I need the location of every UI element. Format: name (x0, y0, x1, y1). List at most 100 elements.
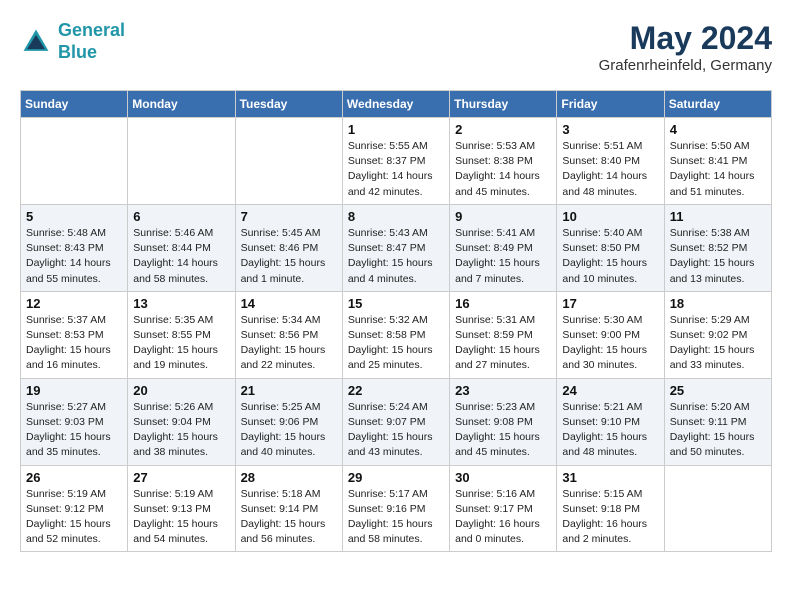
day-info: Sunrise: 5:37 AM Sunset: 8:53 PM Dayligh… (26, 313, 122, 374)
calendar-day-17: 17 Sunrise: 5:30 AM Sunset: 9:00 PM Dayli… (557, 291, 664, 378)
day-number: 16 (455, 296, 551, 311)
calendar-day-25: 25Sunrise: 5:20 AM Sunset: 9:11 PM Dayli… (664, 378, 771, 465)
calendar-week-row: 1 Sunrise: 5:55 AM Sunset: 8:37 PM Daylig… (21, 118, 772, 205)
day-number: 19 (26, 383, 122, 398)
calendar-day-3: 3 Sunrise: 5:51 AM Sunset: 8:40 PM Daylig… (557, 118, 664, 205)
day-info: Sunrise: 5:30 AM Sunset: 9:00 PM Dayligh… (562, 313, 658, 374)
calendar-day-27: 27 Sunrise: 5:19 AM Sunset: 9:13 PM Dayli… (128, 465, 235, 552)
day-info: Sunrise: 5:20 AM Sunset: 9:11 PM Dayligh… (670, 400, 766, 461)
calendar-day-10: 10 Sunrise: 5:40 AM Sunset: 8:50 PM Dayli… (557, 204, 664, 291)
calendar-day-15: 15 Sunrise: 5:32 AM Sunset: 8:58 PM Dayli… (342, 291, 449, 378)
calendar-table: SundayMondayTuesdayWednesdayThursdayFrid… (20, 90, 772, 552)
calendar-week-row: 12 Sunrise: 5:37 AM Sunset: 8:53 PM Dayli… (21, 291, 772, 378)
weekday-header-row: SundayMondayTuesdayWednesdayThursdayFrid… (21, 91, 772, 118)
day-info: Sunrise: 5:27 AM Sunset: 9:03 PM Dayligh… (26, 400, 122, 461)
day-info: Sunrise: 5:43 AM Sunset: 8:47 PM Dayligh… (348, 226, 444, 287)
day-info: Sunrise: 5:41 AM Sunset: 8:49 PM Dayligh… (455, 226, 551, 287)
calendar-day-30: 30 Sunrise: 5:16 AM Sunset: 9:17 PM Dayli… (450, 465, 557, 552)
day-info: Sunrise: 5:40 AM Sunset: 8:50 PM Dayligh… (562, 226, 658, 287)
calendar-day-31: 31Sunrise: 5:15 AM Sunset: 9:18 PM Dayli… (557, 465, 664, 552)
calendar-day-24: 24Sunrise: 5:21 AM Sunset: 9:10 PM Dayli… (557, 378, 664, 465)
day-number: 4 (670, 122, 766, 137)
day-number: 15 (348, 296, 444, 311)
calendar-day-7: 7 Sunrise: 5:45 AM Sunset: 8:46 PM Daylig… (235, 204, 342, 291)
calendar-day-2: 2 Sunrise: 5:53 AM Sunset: 8:38 PM Daylig… (450, 118, 557, 205)
calendar-empty-cell (21, 118, 128, 205)
day-number: 5 (26, 209, 122, 224)
calendar-day-13: 13 Sunrise: 5:35 AM Sunset: 8:55 PM Dayli… (128, 291, 235, 378)
day-info: Sunrise: 5:18 AM Sunset: 9:14 PM Dayligh… (241, 487, 337, 548)
calendar-day-6: 6Sunrise: 5:46 AM Sunset: 8:44 PM Daylig… (128, 204, 235, 291)
weekday-sunday: Sunday (21, 91, 128, 118)
day-info: Sunrise: 5:38 AM Sunset: 8:52 PM Dayligh… (670, 226, 766, 287)
weekday-saturday: Saturday (664, 91, 771, 118)
calendar-day-20: 20 Sunrise: 5:26 AM Sunset: 9:04 PM Dayli… (128, 378, 235, 465)
day-number: 14 (241, 296, 337, 311)
calendar-day-11: 11 Sunrise: 5:38 AM Sunset: 8:52 PM Dayli… (664, 204, 771, 291)
day-number: 13 (133, 296, 229, 311)
day-info: Sunrise: 5:35 AM Sunset: 8:55 PM Dayligh… (133, 313, 229, 374)
day-info: Sunrise: 5:17 AM Sunset: 9:16 PM Dayligh… (348, 487, 444, 548)
calendar-day-28: 28 Sunrise: 5:18 AM Sunset: 9:14 PM Dayli… (235, 465, 342, 552)
calendar-day-22: 22 Sunrise: 5:24 AM Sunset: 9:07 PM Dayli… (342, 378, 449, 465)
day-number: 9 (455, 209, 551, 224)
calendar-day-26: 26 Sunrise: 5:19 AM Sunset: 9:12 PM Dayli… (21, 465, 128, 552)
day-number: 12 (26, 296, 122, 311)
calendar-day-4: 4 Sunrise: 5:50 AM Sunset: 8:41 PM Daylig… (664, 118, 771, 205)
calendar-empty-cell (664, 465, 771, 552)
day-info: Sunrise: 5:26 AM Sunset: 9:04 PM Dayligh… (133, 400, 229, 461)
day-number: 20 (133, 383, 229, 398)
day-number: 11 (670, 209, 766, 224)
day-number: 7 (241, 209, 337, 224)
calendar-day-14: 14 Sunrise: 5:34 AM Sunset: 8:56 PM Dayli… (235, 291, 342, 378)
logo-icon (20, 26, 52, 58)
calendar-day-1: 1 Sunrise: 5:55 AM Sunset: 8:37 PM Daylig… (342, 118, 449, 205)
calendar-day-12: 12 Sunrise: 5:37 AM Sunset: 8:53 PM Dayli… (21, 291, 128, 378)
calendar-empty-cell (128, 118, 235, 205)
day-number: 23 (455, 383, 551, 398)
logo-blue: Blue (58, 42, 97, 62)
calendar-day-18: 18Sunrise: 5:29 AM Sunset: 9:02 PM Dayli… (664, 291, 771, 378)
logo-general: General (58, 20, 125, 40)
day-number: 2 (455, 122, 551, 137)
day-number: 22 (348, 383, 444, 398)
day-info: Sunrise: 5:16 AM Sunset: 9:17 PM Dayligh… (455, 487, 551, 548)
day-number: 10 (562, 209, 658, 224)
day-info: Sunrise: 5:19 AM Sunset: 9:13 PM Dayligh… (133, 487, 229, 548)
day-info: Sunrise: 5:32 AM Sunset: 8:58 PM Dayligh… (348, 313, 444, 374)
weekday-wednesday: Wednesday (342, 91, 449, 118)
calendar-day-23: 23 Sunrise: 5:23 AM Sunset: 9:08 PM Dayli… (450, 378, 557, 465)
day-number: 27 (133, 470, 229, 485)
day-number: 1 (348, 122, 444, 137)
month-year-title: May 2024 (599, 20, 772, 57)
day-info: Sunrise: 5:34 AM Sunset: 8:56 PM Dayligh… (241, 313, 337, 374)
day-info: Sunrise: 5:19 AM Sunset: 9:12 PM Dayligh… (26, 487, 122, 548)
calendar-day-16: 16 Sunrise: 5:31 AM Sunset: 8:59 PM Dayli… (450, 291, 557, 378)
calendar-body: 1 Sunrise: 5:55 AM Sunset: 8:37 PM Daylig… (21, 118, 772, 552)
day-info: Sunrise: 5:15 AM Sunset: 9:18 PM Dayligh… (562, 487, 658, 548)
day-number: 26 (26, 470, 122, 485)
day-info: Sunrise: 5:31 AM Sunset: 8:59 PM Dayligh… (455, 313, 551, 374)
day-info: Sunrise: 5:23 AM Sunset: 9:08 PM Dayligh… (455, 400, 551, 461)
day-number: 28 (241, 470, 337, 485)
calendar-week-row: 5Sunrise: 5:48 AM Sunset: 8:43 PM Daylig… (21, 204, 772, 291)
day-number: 30 (455, 470, 551, 485)
day-info: Sunrise: 5:45 AM Sunset: 8:46 PM Dayligh… (241, 226, 337, 287)
day-info: Sunrise: 5:55 AM Sunset: 8:37 PM Dayligh… (348, 139, 444, 200)
day-number: 17 (562, 296, 658, 311)
calendar-day-5: 5Sunrise: 5:48 AM Sunset: 8:43 PM Daylig… (21, 204, 128, 291)
day-info: Sunrise: 5:53 AM Sunset: 8:38 PM Dayligh… (455, 139, 551, 200)
logo: General Blue (20, 20, 125, 63)
location-subtitle: Grafenrheinfeld, Germany (599, 57, 772, 74)
day-number: 3 (562, 122, 658, 137)
day-number: 29 (348, 470, 444, 485)
title-block: May 2024 Grafenrheinfeld, Germany (599, 20, 772, 74)
day-info: Sunrise: 5:51 AM Sunset: 8:40 PM Dayligh… (562, 139, 658, 200)
day-info: Sunrise: 5:24 AM Sunset: 9:07 PM Dayligh… (348, 400, 444, 461)
weekday-thursday: Thursday (450, 91, 557, 118)
calendar-day-9: 9 Sunrise: 5:41 AM Sunset: 8:49 PM Daylig… (450, 204, 557, 291)
calendar-header: SundayMondayTuesdayWednesdayThursdayFrid… (21, 91, 772, 118)
day-number: 24 (562, 383, 658, 398)
calendar-day-19: 19 Sunrise: 5:27 AM Sunset: 9:03 PM Dayli… (21, 378, 128, 465)
day-info: Sunrise: 5:50 AM Sunset: 8:41 PM Dayligh… (670, 139, 766, 200)
